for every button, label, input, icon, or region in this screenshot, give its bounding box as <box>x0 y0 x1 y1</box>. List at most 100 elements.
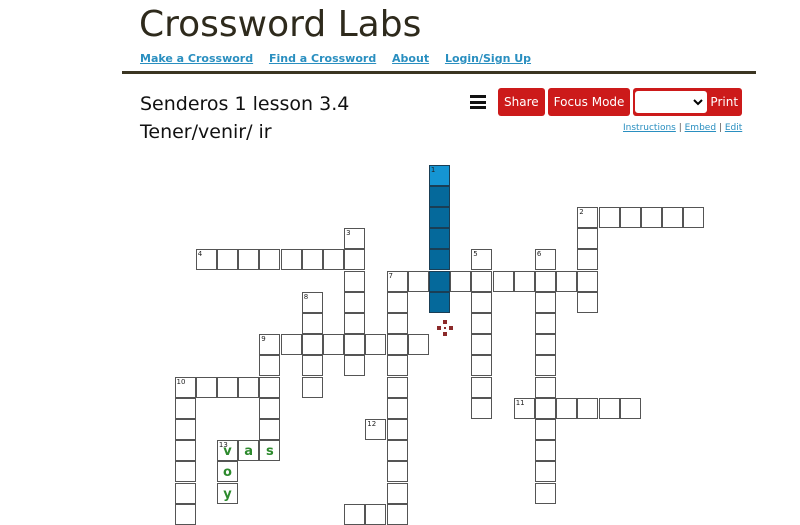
grid-cell[interactable]: 3 <box>344 228 366 250</box>
instructions-link[interactable]: Instructions <box>623 123 676 133</box>
grid-cell[interactable] <box>577 397 599 419</box>
focus-mode-button[interactable]: Focus Mode <box>547 88 631 116</box>
grid-cell[interactable] <box>386 418 408 441</box>
grid-cell[interactable] <box>238 376 260 398</box>
grid-cell[interactable]: s <box>259 440 281 462</box>
grid-cell[interactable] <box>344 312 366 335</box>
grid-cell[interactable] <box>407 334 429 356</box>
grid-cell[interactable] <box>259 418 281 441</box>
grid-cell[interactable]: 13 v <box>216 440 239 462</box>
grid-cell[interactable] <box>174 482 196 504</box>
grid-cell[interactable]: y <box>216 482 239 504</box>
grid-cell[interactable]: 7 <box>386 270 408 292</box>
grid-cell[interactable] <box>280 334 302 356</box>
grid-cell[interactable] <box>407 270 429 292</box>
grid-cell[interactable] <box>556 397 578 419</box>
grid-cell[interactable]: o <box>216 461 239 483</box>
nav-find-crossword[interactable]: Find a Crossword <box>269 52 376 65</box>
grid-cell[interactable]: 8 <box>301 291 323 313</box>
grid-cell[interactable] <box>471 397 493 419</box>
grid-cell[interactable]: a <box>238 440 260 462</box>
grid-cell[interactable] <box>428 228 451 250</box>
grid-cell[interactable] <box>386 440 408 462</box>
grid-cell[interactable] <box>534 312 557 335</box>
grid-cell[interactable] <box>428 185 451 207</box>
grid-cell[interactable]: 2 <box>577 206 599 229</box>
grid-cell[interactable] <box>428 206 451 229</box>
grid-cell[interactable] <box>662 206 684 229</box>
site-logo[interactable]: Crossword Labs <box>139 4 421 45</box>
grid-cell[interactable] <box>174 461 196 483</box>
grid-cell[interactable] <box>195 376 217 398</box>
grid-cell[interactable] <box>259 397 281 419</box>
grid-cell[interactable] <box>174 503 196 525</box>
grid-cell[interactable] <box>344 334 366 356</box>
grid-cell[interactable] <box>534 270 557 292</box>
grid-cell[interactable] <box>365 334 387 356</box>
grid-cell[interactable]: 5 <box>471 249 493 271</box>
nav-login-signup[interactable]: Login/Sign Up <box>445 52 531 65</box>
print-option-select[interactable] <box>635 91 708 113</box>
grid-cell[interactable] <box>238 249 260 271</box>
grid-cell[interactable] <box>534 397 557 419</box>
grid-cell[interactable] <box>471 376 493 398</box>
grid-cell[interactable] <box>259 249 281 271</box>
grid-cell[interactable] <box>534 355 557 377</box>
grid-cell[interactable]: 6 <box>534 249 557 271</box>
grid-cell[interactable] <box>386 312 408 335</box>
grid-cell[interactable]: 10 <box>174 376 196 398</box>
grid-cell[interactable] <box>534 418 557 441</box>
grid-cell[interactable] <box>534 482 557 504</box>
grid-cell[interactable] <box>534 440 557 462</box>
grid-cell[interactable] <box>386 397 408 419</box>
embed-link[interactable]: Embed <box>685 123 716 133</box>
grid-cell[interactable] <box>344 503 366 525</box>
grid-cell[interactable] <box>216 376 239 398</box>
grid-cell[interactable] <box>513 270 535 292</box>
grid-cell[interactable] <box>450 270 472 292</box>
hamburger-menu-icon[interactable] <box>470 95 486 109</box>
grid-cell[interactable] <box>386 376 408 398</box>
grid-cell[interactable] <box>471 355 493 377</box>
grid-cell[interactable] <box>301 312 323 335</box>
grid-cell[interactable]: 4 <box>195 249 217 271</box>
nav-about[interactable]: About <box>392 52 429 65</box>
grid-cell[interactable]: 1 <box>428 164 451 186</box>
grid-cell[interactable] <box>174 440 196 462</box>
grid-cell[interactable] <box>428 291 451 313</box>
grid-cell[interactable] <box>280 249 302 271</box>
grid-cell[interactable] <box>577 270 599 292</box>
grid-cell[interactable] <box>344 270 366 292</box>
grid-cell[interactable] <box>683 206 705 229</box>
grid-cell[interactable] <box>386 334 408 356</box>
grid-cell[interactable] <box>365 503 387 525</box>
nav-make-crossword[interactable]: Make a Crossword <box>140 52 253 65</box>
grid-cell[interactable] <box>428 270 451 292</box>
grid-cell[interactable] <box>471 312 493 335</box>
grid-cell[interactable] <box>322 334 345 356</box>
grid-cell[interactable]: 12 <box>365 418 387 441</box>
grid-cell[interactable] <box>640 206 663 229</box>
grid-cell[interactable] <box>174 397 196 419</box>
grid-cell[interactable] <box>301 334 323 356</box>
grid-cell[interactable] <box>259 355 281 377</box>
grid-cell[interactable] <box>386 482 408 504</box>
share-button[interactable]: Share <box>498 88 545 116</box>
grid-cell[interactable] <box>344 249 366 271</box>
grid-cell[interactable] <box>619 397 641 419</box>
grid-cell[interactable] <box>534 334 557 356</box>
grid-cell[interactable] <box>598 206 620 229</box>
grid-cell[interactable] <box>534 376 557 398</box>
grid-cell[interactable] <box>534 291 557 313</box>
grid-cell[interactable] <box>174 418 196 441</box>
grid-cell[interactable] <box>577 291 599 313</box>
grid-cell[interactable] <box>344 355 366 377</box>
edit-link[interactable]: Edit <box>725 123 742 133</box>
grid-cell[interactable]: 11 <box>513 397 535 419</box>
grid-cell[interactable] <box>471 334 493 356</box>
grid-cell[interactable] <box>428 249 451 271</box>
grid-cell[interactable] <box>619 206 641 229</box>
print-button[interactable]: Print <box>710 95 738 109</box>
grid-cell[interactable] <box>301 355 323 377</box>
grid-cell[interactable] <box>598 397 620 419</box>
